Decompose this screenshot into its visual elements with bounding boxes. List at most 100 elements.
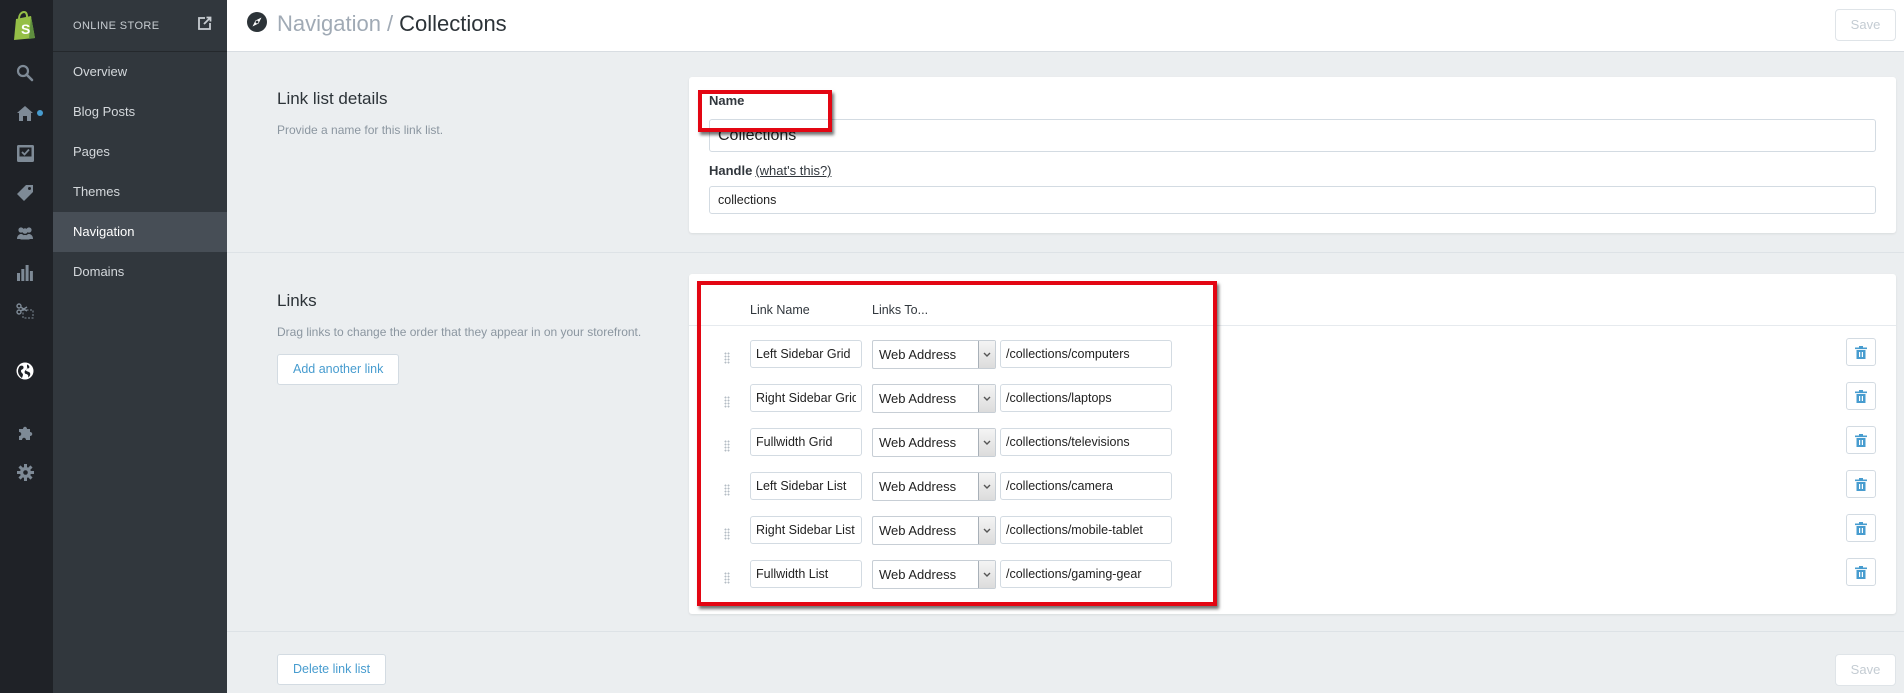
link-type-value: Web Address (879, 523, 957, 538)
orders-icon[interactable] (14, 142, 36, 164)
add-another-link-button[interactable]: Add another link (277, 354, 400, 385)
link-name-input[interactable] (750, 428, 862, 456)
breadcrumb: Navigation / Collections (277, 11, 507, 37)
link-type-value: Web Address (879, 567, 957, 582)
save-button-bottom[interactable]: Save (1835, 654, 1896, 686)
delete-link-button[interactable] (1846, 426, 1876, 454)
link-type-select[interactable]: Web Address (872, 428, 996, 457)
link-type-value: Web Address (879, 479, 957, 494)
online-store-sidebar: ONLINE STORE Overview Blog Posts Pages T… (53, 0, 227, 693)
trash-icon (1855, 565, 1867, 579)
products-tag-icon[interactable] (14, 182, 36, 204)
details-card: Name Handle(what's this?) (689, 77, 1896, 233)
link-name-input[interactable] (750, 472, 862, 500)
top-bar: Navigation / Collections Save (227, 0, 1904, 52)
handle-label: Handle (709, 163, 753, 178)
link-type-value: Web Address (879, 347, 957, 362)
link-url-input[interactable] (1000, 384, 1172, 412)
breadcrumb-parent-link[interactable]: Navigation (277, 11, 381, 36)
column-header-link-name: Link Name (750, 303, 810, 317)
home-icon[interactable] (14, 102, 36, 124)
save-button-top[interactable]: Save (1835, 9, 1896, 41)
drag-handle-icon[interactable] (724, 440, 730, 452)
link-type-select[interactable]: Web Address (872, 340, 996, 369)
link-row: Web Address (689, 426, 1896, 470)
sidebar-item-blog-posts[interactable]: Blog Posts (53, 92, 227, 132)
link-name-input[interactable] (750, 340, 862, 368)
svg-text:S: S (21, 21, 30, 37)
drag-handle-icon[interactable] (724, 528, 730, 540)
link-url-input[interactable] (1000, 428, 1172, 456)
link-row: Web Address (689, 514, 1896, 558)
trash-icon (1855, 345, 1867, 359)
chevron-down-icon (978, 473, 995, 500)
trash-icon (1855, 389, 1867, 403)
link-type-select[interactable]: Web Address (872, 384, 996, 413)
settings-gear-icon[interactable] (14, 461, 36, 483)
footer-actions: Delete link list Save (227, 633, 1904, 693)
link-name-input[interactable] (750, 384, 862, 412)
sidebar-item-overview[interactable]: Overview (53, 52, 227, 92)
link-url-input[interactable] (1000, 340, 1172, 368)
delete-link-button[interactable] (1846, 514, 1876, 542)
delete-link-button[interactable] (1846, 558, 1876, 586)
handle-help-link[interactable]: (what's this?) (755, 163, 831, 178)
drag-handle-icon[interactable] (724, 484, 730, 496)
breadcrumb-separator: / (386, 11, 394, 36)
link-name-input[interactable] (750, 560, 862, 588)
link-list-details-section: Link list details Provide a name for thi… (227, 52, 1904, 253)
customers-icon[interactable] (14, 222, 36, 244)
link-type-select[interactable]: Web Address (872, 472, 996, 501)
handle-input[interactable] (709, 186, 1876, 214)
link-row: Web Address (689, 558, 1896, 602)
links-table-header: Link Name Links To... (689, 274, 1896, 326)
trash-icon (1855, 477, 1867, 491)
link-type-value: Web Address (879, 391, 957, 406)
reports-icon[interactable] (14, 262, 36, 284)
sidebar-title: ONLINE STORE (73, 19, 160, 32)
icon-rail: S (0, 0, 53, 693)
external-link-icon[interactable] (198, 16, 212, 30)
column-header-links-to: Links To... (872, 303, 929, 317)
name-input[interactable] (709, 119, 1876, 152)
name-label: Name (709, 93, 745, 108)
trash-icon (1855, 433, 1867, 447)
link-row: Web Address (689, 382, 1896, 426)
link-row: Web Address (689, 338, 1896, 382)
drag-handle-icon[interactable] (724, 572, 730, 584)
discounts-icon[interactable] (14, 300, 36, 322)
chevron-down-icon (978, 341, 995, 368)
link-type-select[interactable]: Web Address (872, 560, 996, 589)
drag-handle-icon[interactable] (724, 396, 730, 408)
link-type-value: Web Address (879, 435, 957, 450)
shopify-logo-icon[interactable]: S (11, 11, 39, 41)
sidebar-item-navigation[interactable]: Navigation (53, 212, 227, 252)
link-url-input[interactable] (1000, 472, 1172, 500)
link-url-input[interactable] (1000, 560, 1172, 588)
search-icon[interactable] (14, 62, 36, 84)
compass-icon (247, 12, 267, 32)
sidebar-menu: Overview Blog Posts Pages Themes Navigat… (53, 52, 227, 292)
sidebar-item-themes[interactable]: Themes (53, 172, 227, 212)
sidebar-header: ONLINE STORE (53, 0, 227, 52)
chevron-down-icon (978, 517, 995, 544)
links-heading: Links (277, 291, 317, 310)
links-card: Link Name Links To... Web Address Web Ad… (689, 274, 1896, 614)
link-type-select[interactable]: Web Address (872, 516, 996, 545)
link-url-input[interactable] (1000, 516, 1172, 544)
online-store-globe-icon[interactable] (14, 360, 36, 382)
notification-dot (37, 110, 43, 116)
details-heading: Link list details (277, 89, 388, 108)
apps-puzzle-icon[interactable] (14, 421, 36, 443)
chevron-down-icon (978, 429, 995, 456)
sidebar-item-pages[interactable]: Pages (53, 132, 227, 172)
link-name-input[interactable] (750, 516, 862, 544)
drag-handle-icon[interactable] (724, 352, 730, 364)
delete-link-list-button[interactable]: Delete link list (277, 654, 387, 685)
delete-link-button[interactable] (1846, 382, 1876, 410)
delete-link-button[interactable] (1846, 338, 1876, 366)
delete-link-button[interactable] (1846, 470, 1876, 498)
sidebar-item-domains[interactable]: Domains (53, 252, 227, 292)
chevron-down-icon (978, 385, 995, 412)
details-description: Provide a name for this link list. (277, 123, 444, 137)
